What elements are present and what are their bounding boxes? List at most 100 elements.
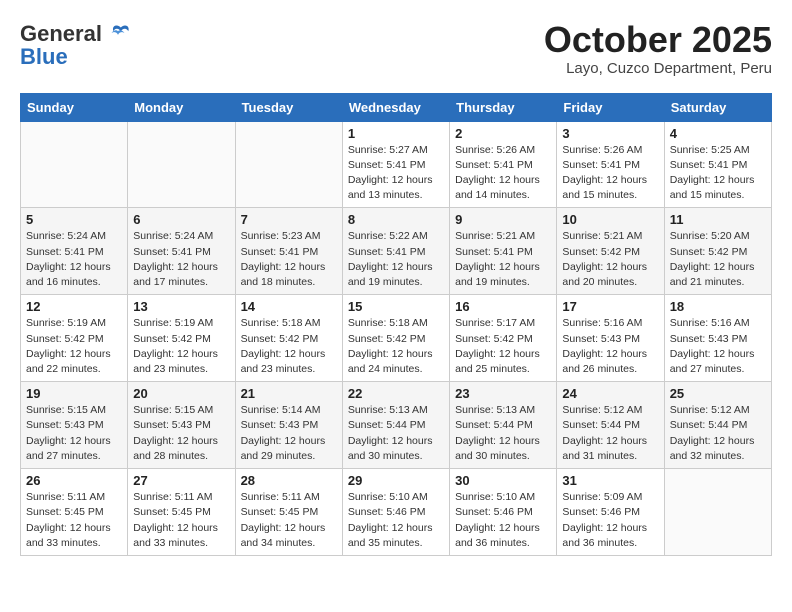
day-info: Sunrise: 5:26 AM Sunset: 5:41 PM Dayligh… — [562, 143, 658, 204]
calendar-cell: 30 Sunrise: 5:10 AM Sunset: 5:46 PM Dayli… — [450, 469, 557, 556]
calendar-cell: 26 Sunrise: 5:11 AM Sunset: 5:45 PM Dayli… — [21, 469, 128, 556]
calendar-cell: 2 Sunrise: 5:26 AM Sunset: 5:41 PM Daylig… — [450, 121, 557, 208]
day-number: 14 — [241, 299, 337, 314]
day-number: 8 — [348, 212, 444, 227]
calendar-cell — [128, 121, 235, 208]
day-number: 7 — [241, 212, 337, 227]
day-number: 12 — [26, 299, 122, 314]
calendar-table: SundayMondayTuesdayWednesdayThursdayFrid… — [20, 93, 772, 556]
calendar-cell: 24Sunrise: 5:12 AM Sunset: 5:44 PM Dayli… — [557, 382, 664, 469]
calendar-cell — [21, 121, 128, 208]
calendar-cell: 12 Sunrise: 5:19 AM Sunset: 5:42 PM Dayli… — [21, 295, 128, 382]
day-number: 28 — [241, 473, 337, 488]
day-number: 18 — [670, 299, 766, 314]
title-block: October 2025 Layo, Cuzco Department, Per… — [544, 20, 772, 77]
logo: General Blue — [20, 20, 132, 70]
calendar-cell: 22 Sunrise: 5:13 AM Sunset: 5:44 PM Dayli… — [342, 382, 449, 469]
day-number: 31 — [562, 473, 658, 488]
calendar-cell: 4 Sunrise: 5:25 AM Sunset: 5:41 PM Daylig… — [664, 121, 771, 208]
calendar-cell: 18Sunrise: 5:16 AM Sunset: 5:43 PM Dayli… — [664, 295, 771, 382]
day-info: Sunrise: 5:11 AM Sunset: 5:45 PM Dayligh… — [26, 490, 122, 551]
day-info: Sunrise: 5:20 AM Sunset: 5:42 PM Dayligh… — [670, 229, 766, 290]
day-number: 2 — [455, 126, 551, 141]
day-info: Sunrise: 5:18 AM Sunset: 5:42 PM Dayligh… — [241, 316, 337, 377]
day-number: 17 — [562, 299, 658, 314]
calendar-cell: 14 Sunrise: 5:18 AM Sunset: 5:42 PM Dayli… — [235, 295, 342, 382]
calendar-cell: 1Sunrise: 5:27 AM Sunset: 5:41 PM Daylig… — [342, 121, 449, 208]
calendar-cell: 7 Sunrise: 5:23 AM Sunset: 5:41 PM Daylig… — [235, 208, 342, 295]
day-info: Sunrise: 5:15 AM Sunset: 5:43 PM Dayligh… — [133, 403, 229, 464]
day-number: 13 — [133, 299, 229, 314]
day-number: 6 — [133, 212, 229, 227]
calendar-cell: 8 Sunrise: 5:22 AM Sunset: 5:41 PM Daylig… — [342, 208, 449, 295]
calendar-cell: 21 Sunrise: 5:14 AM Sunset: 5:43 PM Dayli… — [235, 382, 342, 469]
day-info: Sunrise: 5:22 AM Sunset: 5:41 PM Dayligh… — [348, 229, 444, 290]
calendar-week-3: 12 Sunrise: 5:19 AM Sunset: 5:42 PM Dayli… — [21, 295, 772, 382]
day-info: Sunrise: 5:15 AM Sunset: 5:43 PM Dayligh… — [26, 403, 122, 464]
calendar-week-5: 26 Sunrise: 5:11 AM Sunset: 5:45 PM Dayli… — [21, 469, 772, 556]
day-info: Sunrise: 5:09 AM Sunset: 5:46 PM Dayligh… — [562, 490, 658, 551]
weekday-saturday: Saturday — [664, 93, 771, 121]
page-container: General Blue October 2025 Layo, Cuzco De… — [0, 0, 792, 566]
day-number: 22 — [348, 386, 444, 401]
calendar-cell: 10 Sunrise: 5:21 AM Sunset: 5:42 PM Dayli… — [557, 208, 664, 295]
calendar-week-2: 5 Sunrise: 5:24 AM Sunset: 5:41 PM Daylig… — [21, 208, 772, 295]
day-info: Sunrise: 5:21 AM Sunset: 5:41 PM Dayligh… — [455, 229, 551, 290]
month-title: October 2025 — [544, 20, 772, 60]
day-number: 26 — [26, 473, 122, 488]
day-info: Sunrise: 5:21 AM Sunset: 5:42 PM Dayligh… — [562, 229, 658, 290]
day-number: 21 — [241, 386, 337, 401]
day-info: Sunrise: 5:26 AM Sunset: 5:41 PM Dayligh… — [455, 143, 551, 204]
calendar-cell: 5Sunrise: 5:24 AM Sunset: 5:41 PM Daylig… — [21, 208, 128, 295]
calendar-week-1: 1Sunrise: 5:27 AM Sunset: 5:41 PM Daylig… — [21, 121, 772, 208]
day-info: Sunrise: 5:12 AM Sunset: 5:44 PM Dayligh… — [670, 403, 766, 464]
logo-bird-icon — [104, 20, 132, 48]
calendar-cell: 19Sunrise: 5:15 AM Sunset: 5:43 PM Dayli… — [21, 382, 128, 469]
day-info: Sunrise: 5:13 AM Sunset: 5:44 PM Dayligh… — [348, 403, 444, 464]
day-info: Sunrise: 5:24 AM Sunset: 5:41 PM Dayligh… — [133, 229, 229, 290]
day-number: 30 — [455, 473, 551, 488]
day-info: Sunrise: 5:11 AM Sunset: 5:45 PM Dayligh… — [241, 490, 337, 551]
day-info: Sunrise: 5:14 AM Sunset: 5:43 PM Dayligh… — [241, 403, 337, 464]
day-number: 16 — [455, 299, 551, 314]
day-info: Sunrise: 5:23 AM Sunset: 5:41 PM Dayligh… — [241, 229, 337, 290]
day-number: 25 — [670, 386, 766, 401]
day-number: 10 — [562, 212, 658, 227]
calendar-cell — [235, 121, 342, 208]
calendar-cell: 17Sunrise: 5:16 AM Sunset: 5:43 PM Dayli… — [557, 295, 664, 382]
calendar-cell: 6 Sunrise: 5:24 AM Sunset: 5:41 PM Daylig… — [128, 208, 235, 295]
calendar-cell: 15Sunrise: 5:18 AM Sunset: 5:42 PM Dayli… — [342, 295, 449, 382]
calendar-cell: 20Sunrise: 5:15 AM Sunset: 5:43 PM Dayli… — [128, 382, 235, 469]
day-info: Sunrise: 5:12 AM Sunset: 5:44 PM Dayligh… — [562, 403, 658, 464]
calendar-cell: 28 Sunrise: 5:11 AM Sunset: 5:45 PM Dayli… — [235, 469, 342, 556]
day-number: 27 — [133, 473, 229, 488]
day-number: 11 — [670, 212, 766, 227]
weekday-wednesday: Wednesday — [342, 93, 449, 121]
day-info: Sunrise: 5:13 AM Sunset: 5:44 PM Dayligh… — [455, 403, 551, 464]
weekday-friday: Friday — [557, 93, 664, 121]
calendar-cell: 27Sunrise: 5:11 AM Sunset: 5:45 PM Dayli… — [128, 469, 235, 556]
day-info: Sunrise: 5:25 AM Sunset: 5:41 PM Dayligh… — [670, 143, 766, 204]
day-number: 5 — [26, 212, 122, 227]
day-info: Sunrise: 5:17 AM Sunset: 5:42 PM Dayligh… — [455, 316, 551, 377]
day-number: 29 — [348, 473, 444, 488]
calendar-cell: 3 Sunrise: 5:26 AM Sunset: 5:41 PM Daylig… — [557, 121, 664, 208]
day-number: 15 — [348, 299, 444, 314]
calendar-cell: 23Sunrise: 5:13 AM Sunset: 5:44 PM Dayli… — [450, 382, 557, 469]
day-info: Sunrise: 5:10 AM Sunset: 5:46 PM Dayligh… — [348, 490, 444, 551]
calendar-cell: 25 Sunrise: 5:12 AM Sunset: 5:44 PM Dayli… — [664, 382, 771, 469]
day-number: 9 — [455, 212, 551, 227]
weekday-sunday: Sunday — [21, 93, 128, 121]
calendar-cell: 11 Sunrise: 5:20 AM Sunset: 5:42 PM Dayli… — [664, 208, 771, 295]
calendar-cell — [664, 469, 771, 556]
calendar-cell: 31 Sunrise: 5:09 AM Sunset: 5:46 PM Dayli… — [557, 469, 664, 556]
day-number: 4 — [670, 126, 766, 141]
calendar-cell: 13Sunrise: 5:19 AM Sunset: 5:42 PM Dayli… — [128, 295, 235, 382]
day-info: Sunrise: 5:19 AM Sunset: 5:42 PM Dayligh… — [26, 316, 122, 377]
calendar-cell: 9 Sunrise: 5:21 AM Sunset: 5:41 PM Daylig… — [450, 208, 557, 295]
weekday-tuesday: Tuesday — [235, 93, 342, 121]
day-number: 3 — [562, 126, 658, 141]
day-info: Sunrise: 5:27 AM Sunset: 5:41 PM Dayligh… — [348, 143, 444, 204]
day-info: Sunrise: 5:10 AM Sunset: 5:46 PM Dayligh… — [455, 490, 551, 551]
calendar-week-4: 19Sunrise: 5:15 AM Sunset: 5:43 PM Dayli… — [21, 382, 772, 469]
